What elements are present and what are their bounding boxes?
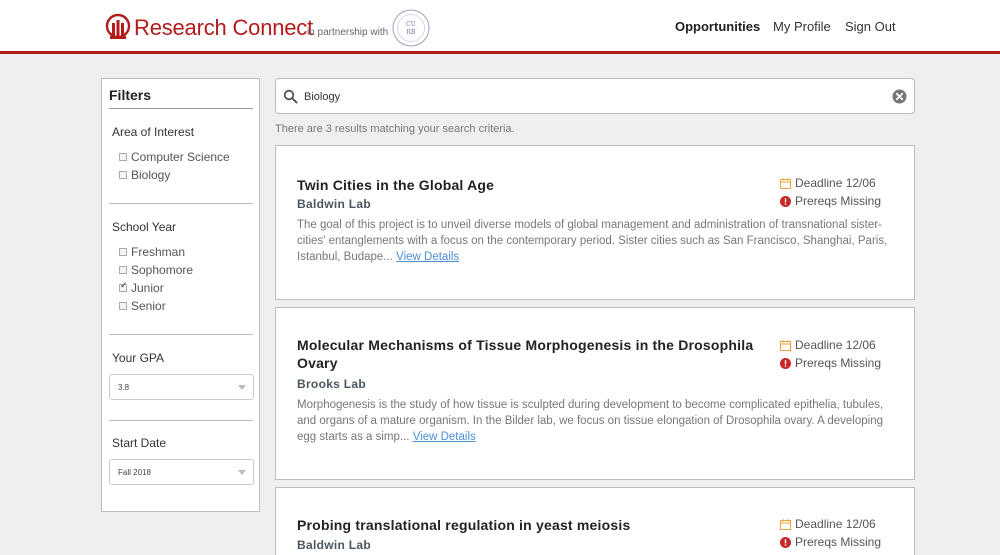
result-card[interactable]: Probing translational regulation in yeas… (275, 487, 915, 555)
caret-down-icon (238, 470, 246, 475)
svg-text:CU: CU (406, 21, 416, 28)
filter-option-label: Sophomore (131, 263, 194, 277)
alert-icon (780, 357, 791, 369)
checkbox[interactable] (119, 248, 127, 256)
deadline: Deadline 12/06 (780, 176, 876, 190)
checkbox[interactable] (119, 153, 127, 161)
clear-search-icon[interactable] (892, 89, 907, 104)
result-count-text: There are 3 results matching your search… (275, 123, 515, 135)
gpa-value: 3.8 (118, 383, 130, 392)
calendar-icon (780, 339, 791, 351)
svg-text:RB: RB (407, 29, 417, 36)
curb-seal-logo: CU RB (392, 9, 430, 47)
result-lab: Baldwin Lab (297, 197, 371, 211)
result-card[interactable]: Twin Cities in the Global Age Baldwin La… (275, 145, 915, 300)
checkbox-checked[interactable] (119, 281, 128, 292)
prereqs-text: Prereqs Missing (795, 356, 882, 370)
result-lab: Brooks Lab (297, 377, 367, 391)
start-date-value: Fall 2018 (118, 468, 151, 477)
result-description: Morphogenesis is the study of how tissue… (297, 397, 897, 445)
result-card[interactable]: Molecular Mechanisms of Tissue Morphogen… (275, 307, 915, 480)
logo-icon (105, 13, 131, 39)
filter-option-junior[interactable]: Junior (119, 281, 164, 295)
calendar-icon (780, 518, 791, 530)
start-date-heading: Start Date (112, 436, 167, 450)
result-title[interactable]: Molecular Mechanisms of Tissue Morphogen… (297, 336, 767, 372)
search-input[interactable]: Biology (304, 91, 340, 103)
deadline-text: Deadline 12/06 (795, 517, 876, 531)
filter-option-biology[interactable]: Biology (119, 168, 170, 182)
result-description-text: The goal of this project is to unveil di… (297, 219, 888, 263)
deadline: Deadline 12/06 (780, 338, 876, 352)
filter-option-computer-science[interactable]: Computer Science (119, 150, 230, 164)
search-bar[interactable]: Biology (275, 78, 915, 114)
calendar-icon (780, 177, 791, 189)
divider (109, 203, 253, 204)
nav-opportunities[interactable]: Opportunities (675, 19, 760, 34)
checkbox[interactable] (119, 171, 127, 179)
filter-option-senior[interactable]: Senior (119, 299, 166, 313)
divider (109, 420, 253, 421)
area-of-interest-heading: Area of Interest (112, 125, 195, 139)
filter-option-label: Biology (131, 168, 171, 182)
start-date-select[interactable]: Fall 2018 (109, 459, 254, 485)
checkbox[interactable] (119, 266, 127, 274)
view-details-link[interactable]: View Details (396, 251, 459, 263)
filters-panel: Filters Area of Interest Computer Scienc… (101, 78, 260, 512)
search-icon (283, 89, 298, 104)
school-year-heading: School Year (112, 220, 177, 234)
deadline-text: Deadline 12/06 (795, 176, 876, 190)
deadline-text: Deadline 12/06 (795, 338, 876, 352)
result-description: The goal of this project is to unveil di… (297, 217, 897, 265)
filter-option-label: Senior (131, 299, 166, 313)
gpa-select[interactable]: 3.8 (109, 374, 254, 400)
filter-option-sophomore[interactable]: Sophomore (119, 263, 193, 277)
result-title[interactable]: Probing translational regulation in yeas… (297, 516, 767, 534)
nav-my-profile[interactable]: My Profile (773, 19, 831, 34)
caret-down-icon (238, 385, 246, 390)
nav-sign-out[interactable]: Sign Out (845, 19, 896, 34)
filter-option-label: Freshman (131, 245, 186, 259)
prereqs-status: Prereqs Missing (780, 356, 881, 370)
checkbox[interactable] (119, 302, 127, 310)
alert-icon (780, 195, 791, 207)
gpa-heading: Your GPA (112, 351, 165, 365)
filters-title: Filters (109, 87, 253, 109)
deadline: Deadline 12/06 (780, 517, 876, 531)
result-description-text: Morphogenesis is the study of how tissue… (297, 399, 884, 443)
prereqs-status: Prereqs Missing (780, 194, 881, 208)
filter-option-label: Junior (131, 281, 164, 295)
top-header: Research Connect in partnership with CU … (0, 0, 1000, 54)
view-details-link[interactable]: View Details (413, 431, 476, 443)
prereqs-text: Prereqs Missing (795, 535, 882, 549)
brand-name[interactable]: Research Connect (134, 15, 313, 41)
partner-text: in partnership with (307, 27, 389, 38)
prereqs-status: Prereqs Missing (780, 535, 881, 549)
prereqs-text: Prereqs Missing (795, 194, 882, 208)
alert-icon (780, 536, 791, 548)
filter-option-label: Computer Science (131, 150, 230, 164)
result-title[interactable]: Twin Cities in the Global Age (297, 176, 767, 194)
divider (109, 334, 253, 335)
result-lab: Baldwin Lab (297, 538, 371, 552)
filter-option-freshman[interactable]: Freshman (119, 245, 185, 259)
